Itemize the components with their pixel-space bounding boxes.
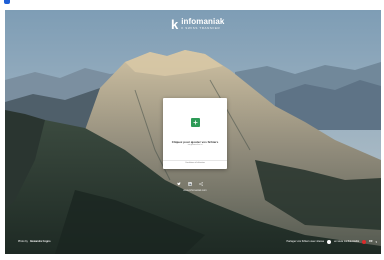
terms-link[interactable]: Conditions d'utilisation	[165, 162, 225, 165]
brand-name: infomaniak	[181, 17, 225, 26]
footer-right: Partagez vos fichiers avec vitesse en to…	[286, 239, 377, 244]
brand-k-icon: k	[171, 16, 179, 32]
upload-subtitle: ou glissez-les ici	[187, 144, 203, 146]
share-icon[interactable]	[199, 182, 203, 186]
linkedin-icon[interactable]	[188, 182, 192, 186]
lock-icon	[327, 239, 332, 244]
brand-tagline: k swiss transfer	[181, 26, 221, 30]
photo-credit-prefix: Photo by	[18, 240, 28, 243]
add-files-icon[interactable]	[191, 118, 200, 127]
language-selector[interactable]: FR	[369, 240, 372, 244]
photo-credit: Photo by Alexandre Cogno	[18, 240, 51, 244]
twitter-icon[interactable]	[177, 182, 181, 186]
upload-divider	[163, 160, 227, 161]
social-links	[177, 182, 203, 186]
plus-icon	[193, 120, 198, 125]
chevron-down-icon[interactable]: ▾	[375, 240, 377, 244]
website-link[interactable]: www.infomaniak.com	[165, 189, 225, 192]
background-scene: k infomaniak k swiss transfer Cliquez po…	[5, 10, 381, 254]
flag-icon[interactable]	[362, 239, 367, 244]
photo-credit-author[interactable]: Alexandre Cogno	[30, 240, 51, 244]
brand-logo[interactable]: k infomaniak k swiss transfer	[171, 15, 224, 33]
corner-brand-mark	[4, 0, 10, 4]
upload-card[interactable]: Cliquez pour ajouter vos fichiers ou gli…	[163, 98, 227, 169]
footer-secure-text: Partagez vos fichiers avec vitesse	[286, 239, 325, 243]
footer-privacy-text: en toute confidentialité	[334, 239, 360, 243]
